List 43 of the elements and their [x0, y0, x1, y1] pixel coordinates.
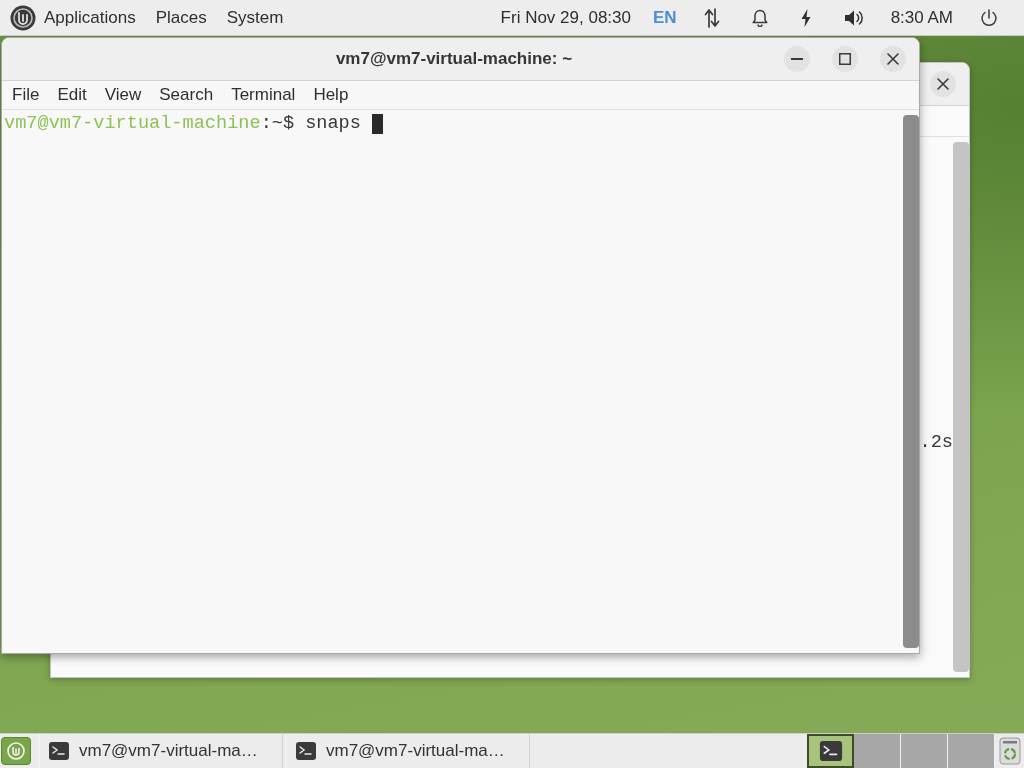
prompt-user-host: vm7@vm7-virtual-machine	[4, 113, 261, 135]
panel-clock: 8:30 AM	[889, 7, 954, 28]
trash-can-icon	[999, 737, 1021, 765]
bell-icon	[751, 8, 768, 27]
scrollbar[interactable]	[903, 115, 919, 648]
volume-icon	[843, 8, 864, 27]
taskbar-button[interactable]: vm7@vm7-virtual-ma…	[39, 734, 283, 768]
terminal-icon	[296, 742, 316, 760]
close-icon	[937, 78, 949, 90]
logo-icon	[10, 4, 36, 31]
menu-item[interactable]: View	[95, 82, 151, 108]
logo-icon	[7, 742, 25, 760]
maximize-button[interactable]	[832, 46, 858, 72]
menu-item[interactable]: Help	[304, 82, 358, 108]
panel-menu[interactable]: System	[216, 2, 294, 33]
window-title: vm7@vm7-virtual-machine: ~	[335, 49, 573, 69]
scrollbar[interactable]	[953, 142, 969, 672]
prompt-symbol: :~$	[260, 113, 295, 135]
terminal-output: .2s	[919, 432, 953, 454]
panel-date: Fri Nov 29, 08:30	[499, 7, 632, 28]
close-button[interactable]	[930, 71, 956, 97]
taskbar-button[interactable]: vm7@vm7-virtual-ma…	[286, 734, 530, 768]
panel-menu[interactable]: Applications	[8, 2, 146, 33]
maximize-icon	[839, 53, 851, 65]
menu-item[interactable]: Edit	[48, 82, 96, 108]
panel-menu[interactable]: Places	[145, 2, 217, 33]
terminal-icon	[817, 741, 844, 761]
minimize-icon	[791, 57, 803, 61]
menu-item[interactable]: File	[3, 82, 49, 108]
close-icon	[887, 53, 899, 65]
up-down-arrows-icon	[703, 7, 720, 28]
lightning-icon	[799, 8, 812, 27]
close-button[interactable]	[880, 46, 906, 72]
menu-item[interactable]: Terminal	[222, 82, 305, 108]
minimize-button[interactable]	[784, 46, 810, 72]
keyboard-layout: EN	[652, 7, 678, 28]
command-text: snaps	[305, 113, 361, 135]
trash-button[interactable]	[998, 736, 1022, 766]
workspace-button[interactable]	[807, 734, 854, 768]
power-icon	[980, 8, 998, 27]
menu-button[interactable]	[1, 737, 31, 765]
menu-item[interactable]: Search	[150, 82, 223, 108]
terminal-icon	[49, 742, 69, 760]
